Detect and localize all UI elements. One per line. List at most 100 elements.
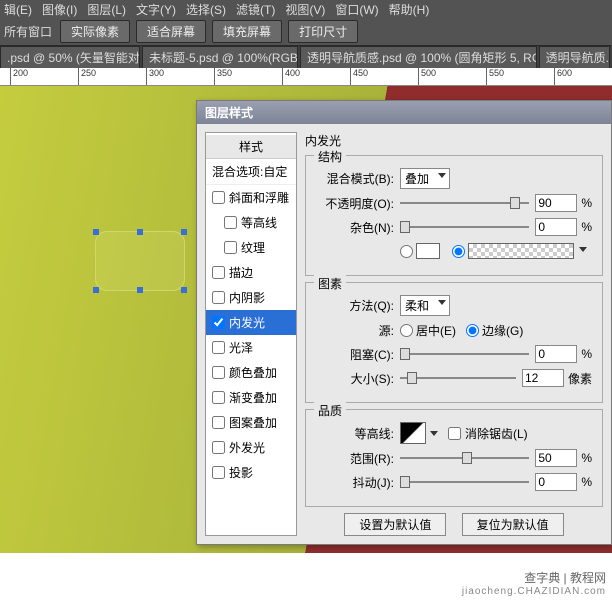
resize-handle[interactable] — [137, 287, 143, 293]
gradient-picker[interactable] — [468, 243, 574, 259]
unit-label: % — [581, 475, 592, 489]
doc-tab-1[interactable]: .psd @ 50% (矢量智能对...× — [0, 46, 140, 68]
source-label: 源: — [316, 322, 394, 339]
dialog-title: 图层样式 — [197, 101, 611, 124]
watermark-sub: jiaocheng.CHAZIDIAN.com — [462, 586, 606, 597]
chevron-down-icon — [430, 431, 438, 436]
style-color-overlay[interactable]: 颜色叠加 — [206, 360, 296, 385]
blend-mode-select[interactable]: 叠加 — [400, 168, 450, 189]
menu-view[interactable]: 视图(V) — [285, 1, 325, 18]
style-inner-shadow[interactable]: 内阴影 — [206, 285, 296, 310]
style-checkbox[interactable] — [212, 291, 225, 304]
style-texture[interactable]: 纹理 — [206, 235, 296, 260]
noise-input[interactable] — [535, 218, 577, 236]
reset-default-button[interactable]: 复位为默认值 — [462, 513, 564, 536]
resize-handle[interactable] — [137, 229, 143, 235]
contour-label: 等高线: — [316, 425, 394, 442]
doc-tab-4[interactable]: 透明导航质... — [539, 46, 610, 68]
selected-shape[interactable] — [95, 231, 185, 291]
style-checkbox[interactable] — [212, 441, 225, 454]
style-checkbox[interactable] — [224, 241, 237, 254]
toolbar-label: 所有窗口 — [4, 23, 52, 40]
section-title: 内发光 — [305, 132, 603, 149]
source-edge-label: 边缘(G) — [482, 322, 523, 339]
watermark: 查字典 | 教程网 jiaocheng.CHAZIDIAN.com — [462, 569, 606, 597]
style-checkbox[interactable] — [212, 316, 225, 329]
style-checkbox[interactable] — [212, 391, 225, 404]
menu-help[interactable]: 帮助(H) — [389, 1, 430, 18]
range-slider[interactable] — [400, 451, 529, 465]
fit-screen-button[interactable]: 适合屏幕 — [136, 20, 206, 43]
antialias-checkbox[interactable] — [448, 427, 461, 440]
choke-input[interactable] — [535, 345, 577, 363]
style-gradient-overlay[interactable]: 渐变叠加 — [206, 385, 296, 410]
style-outer-glow[interactable]: 外发光 — [206, 435, 296, 460]
style-satin[interactable]: 光泽 — [206, 335, 296, 360]
style-checkbox[interactable] — [212, 466, 225, 479]
size-input[interactable] — [522, 369, 564, 387]
set-default-button[interactable]: 设置为默认值 — [344, 513, 446, 536]
group-legend: 品质 — [314, 402, 346, 419]
size-label: 大小(S): — [316, 370, 394, 387]
style-pattern-overlay[interactable]: 图案叠加 — [206, 410, 296, 435]
style-stroke[interactable]: 描边 — [206, 260, 296, 285]
dialog-buttons: 设置为默认值 复位为默认值 — [305, 513, 603, 536]
jitter-slider[interactable] — [400, 475, 529, 489]
source-center-radio[interactable] — [400, 324, 413, 337]
print-size-button[interactable]: 打印尺寸 — [288, 20, 358, 43]
opacity-slider[interactable] — [400, 196, 529, 210]
range-input[interactable] — [535, 449, 577, 467]
menu-edit[interactable]: 辑(E) — [4, 1, 32, 18]
resize-handle[interactable] — [93, 229, 99, 235]
jitter-label: 抖动(J): — [316, 474, 394, 491]
color-swatch[interactable] — [416, 243, 440, 259]
structure-group: 结构 混合模式(B): 叠加 不透明度(O): % 杂色(N): % — [305, 155, 603, 276]
unit-label: % — [581, 451, 592, 465]
style-contour[interactable]: 等高线 — [206, 210, 296, 235]
style-checkbox[interactable] — [224, 216, 237, 229]
color-radio-gradient[interactable] — [452, 245, 465, 258]
jitter-input[interactable] — [535, 473, 577, 491]
choke-slider[interactable] — [400, 347, 529, 361]
style-drop-shadow[interactable]: 投影 — [206, 460, 296, 485]
choke-label: 阻塞(C): — [316, 346, 394, 363]
menu-window[interactable]: 窗口(W) — [335, 1, 378, 18]
style-checkbox[interactable] — [212, 366, 225, 379]
chevron-down-icon — [438, 173, 446, 178]
unit-label: % — [581, 196, 592, 210]
noise-label: 杂色(N): — [316, 219, 394, 236]
style-checkbox[interactable] — [212, 416, 225, 429]
menu-select[interactable]: 选择(S) — [186, 1, 226, 18]
chevron-down-icon — [438, 300, 446, 305]
doc-tab-2[interactable]: 未标题-5.psd @ 100%(RGB/...× — [142, 46, 298, 68]
actual-pixels-button[interactable]: 实际像素 — [60, 20, 130, 43]
resize-handle[interactable] — [181, 229, 187, 235]
opacity-label: 不透明度(O): — [316, 195, 394, 212]
options-toolbar: 所有窗口 实际像素 适合屏幕 填充屏幕 打印尺寸 — [0, 18, 612, 46]
menu-image[interactable]: 图像(I) — [42, 1, 77, 18]
resize-handle[interactable] — [93, 287, 99, 293]
noise-slider[interactable] — [400, 220, 529, 234]
antialias-label: 消除锯齿(L) — [465, 425, 528, 442]
color-radio-solid[interactable] — [400, 245, 413, 258]
style-checkbox[interactable] — [212, 266, 225, 279]
quality-group: 品质 等高线: 消除锯齿(L) 范围(R): % 抖动(J): — [305, 409, 603, 507]
style-inner-glow[interactable]: 内发光 — [206, 310, 296, 335]
doc-tab-3[interactable]: 透明导航质感.psd @ 100% (圆角矩形 5, RGB/8)*× — [300, 46, 537, 68]
group-legend: 图素 — [314, 275, 346, 292]
source-edge-radio[interactable] — [466, 324, 479, 337]
style-checkbox[interactable] — [212, 341, 225, 354]
technique-select[interactable]: 柔和 — [400, 295, 450, 316]
resize-handle[interactable] — [181, 287, 187, 293]
blending-options-item[interactable]: 混合选项:自定 — [206, 159, 296, 185]
contour-picker[interactable] — [400, 422, 426, 444]
menu-layer[interactable]: 图层(L) — [87, 1, 126, 18]
menu-type[interactable]: 文字(Y) — [136, 1, 176, 18]
menu-filter[interactable]: 滤镜(T) — [236, 1, 275, 18]
opacity-input[interactable] — [535, 194, 577, 212]
fill-screen-button[interactable]: 填充屏幕 — [212, 20, 282, 43]
range-label: 范围(R): — [316, 450, 394, 467]
style-checkbox[interactable] — [212, 191, 225, 204]
style-bevel[interactable]: 斜面和浮雕 — [206, 185, 296, 210]
size-slider[interactable] — [400, 371, 516, 385]
